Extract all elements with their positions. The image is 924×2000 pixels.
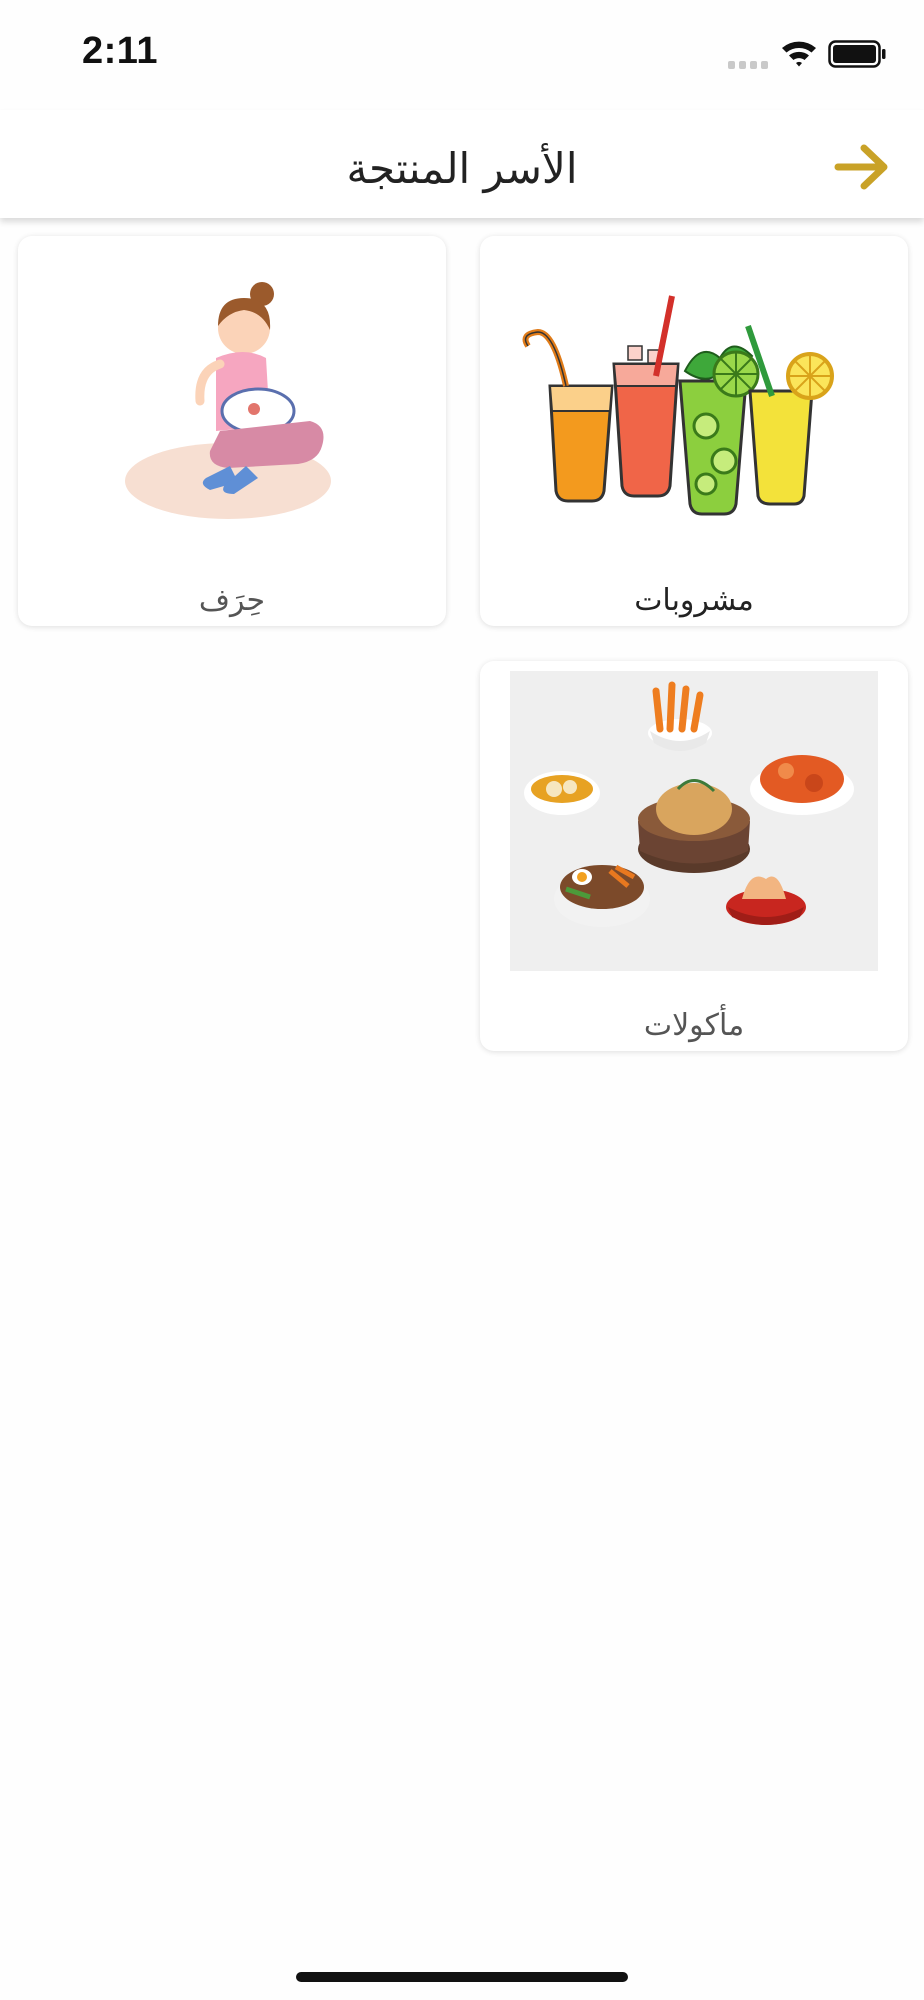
arrow-right-icon — [834, 144, 888, 190]
battery-icon — [828, 40, 886, 68]
status-bar: 2:11 — [0, 0, 924, 110]
juice-drinks-illustration — [522, 295, 834, 516]
screen: 2:11 الأسر المنتجة مشروبات حِرَف مأكولات — [0, 0, 924, 2000]
page-title: الأسر المنتجة — [346, 144, 578, 193]
food-dishes-illustration — [510, 671, 878, 971]
signal-icon — [728, 61, 768, 69]
back-button[interactable] — [828, 132, 898, 202]
status-time: 2:11 — [82, 30, 158, 72]
category-card-food[interactable]: مأكولات — [480, 661, 908, 1051]
category-label-food: مأكولات — [643, 1008, 745, 1043]
woman-embroidering-illustration — [125, 282, 331, 519]
home-indicator — [296, 1972, 628, 1982]
nav-bar: الأسر المنتجة — [0, 110, 924, 218]
category-label-drinks: مشروبات — [634, 583, 754, 618]
wifi-icon — [782, 41, 816, 67]
category-card-drinks[interactable]: مشروبات — [480, 236, 908, 626]
category-label-crafts: حِرَف — [198, 583, 266, 618]
category-card-crafts[interactable]: حِرَف — [18, 236, 446, 626]
